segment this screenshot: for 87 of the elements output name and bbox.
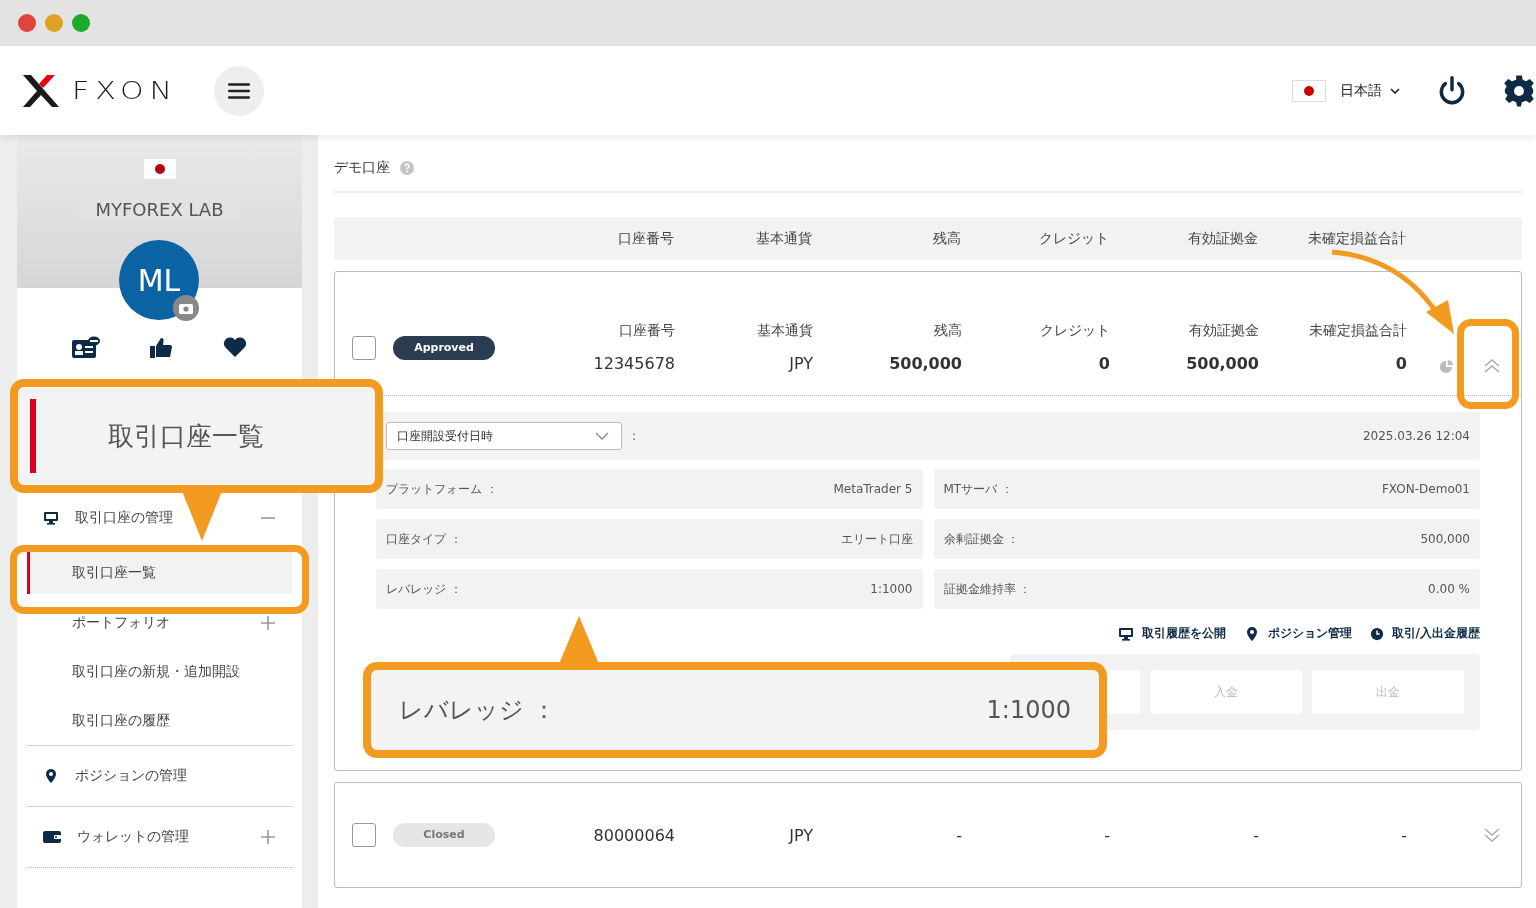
field-label: 有効証拠金 [1189,322,1259,340]
sidebar-item-label: ウォレットの管理 [77,828,190,846]
field-label: 余剰証拠金 ： [943,530,1020,548]
japan-flag-icon [1292,79,1326,102]
action-link[interactable]: 取引/入出金履歴 [1391,625,1480,642]
sidebar-item-label: 取引口座の管理 [75,509,174,527]
field-label: 口座タイプ ： [386,530,462,548]
sidebar-subitem-label: 取引口座の新規・追加開設 [72,662,240,681]
column-header: 口座番号 [617,229,674,248]
date-type-select[interactable]: 口座開設受付日時 [386,422,622,450]
table-cell: 0 [1395,354,1407,373]
sidebar-subitem[interactable]: 取引口座一覧 [27,552,292,594]
settings-icon[interactable] [1502,73,1536,108]
column-header: 有効証拠金 [1187,229,1258,248]
column-header: クレジット [1038,229,1109,248]
checkbox[interactable] [352,335,376,360]
status-badge: Closed [393,823,495,847]
monitor-icon [1117,625,1134,642]
separator-text: : [632,429,637,443]
field-label: 残高 [934,322,962,340]
column-header: 基本通貨 [755,229,812,248]
status-badge: Approved [393,335,495,360]
table-cell: 12345678 [593,354,675,373]
sidebar-subitem-label: 取引口座の履歴 [72,711,170,730]
action-link[interactable]: 取引履歴を公開 [1141,625,1226,642]
plus-icon[interactable] [260,829,276,845]
location-pin-icon [43,768,59,784]
field-label: 口座番号 [619,322,675,340]
checkbox[interactable] [352,823,376,847]
table-cell: - [1253,825,1259,845]
language-select[interactable]: 日本語 [1340,81,1400,100]
pie-chart-icon[interactable] [1439,357,1453,374]
close-window-button[interactable] [18,14,36,32]
thumbs-up-icon[interactable] [149,336,174,360]
callout-label: レバレッジ ： [399,695,556,726]
table-cell: - [1104,825,1110,845]
wallet-icon [43,830,61,844]
japan-flag-icon [143,159,176,179]
heart-icon[interactable] [223,336,248,358]
sidebar-subitem[interactable]: ポートフォリオ [27,598,292,647]
table-cell: - [956,825,962,845]
table-cell: JPY [789,825,813,845]
field-value: FXON-Demo01 [1381,482,1470,496]
sidebar-item[interactable]: ウォレットの管理 [27,807,292,867]
field-label: MTサーバ ： [943,480,1013,498]
minimize-window-button[interactable] [45,14,63,32]
table-cell: 500,000 [1186,354,1259,373]
field-value: 1:1000 [870,582,913,596]
clock-icon [1369,626,1384,641]
field-value: MetaTrader 5 [833,482,913,496]
monitor-icon [43,510,59,526]
table-cell: JPY [789,354,813,373]
brand-logo: FXON [72,75,178,106]
callout-text: 取引口座一覧 [108,419,264,453]
field-label: 証拠金維持率 ： [943,580,1032,598]
column-header: 残高 [932,229,961,248]
sidebar-subitem-label: ポートフォリオ [72,613,170,632]
chevron-down-icon [595,432,609,440]
sidebar-subitem[interactable]: 取引口座の新規・追加開設 [27,647,292,696]
field-label: レバレッジ ： [386,580,462,598]
sidebar-item[interactable]: ポジションの管理 [27,746,292,806]
sidebar-item-label: ポジションの管理 [75,767,188,785]
field-value: 0.00 % [1428,582,1470,596]
double-chevron-down-icon[interactable] [1483,827,1501,843]
table-cell: 500,000 [889,354,962,373]
field-label: クレジット [1040,322,1110,340]
column-header: 未確定損益合計 [1307,229,1406,248]
sidebar-subitem-label: 取引口座一覧 [72,564,156,582]
action-link[interactable]: ポジション管理 [1267,625,1352,642]
section-title: デモ口座 [334,159,390,177]
field-label: プラットフォーム ： [386,480,498,498]
field-value: 500,000 [1420,532,1470,546]
id-card-icon[interactable] [71,336,100,360]
callout-value: 1:1000 [986,696,1071,724]
maximize-window-button[interactable] [72,14,90,32]
chevron-down-icon [1390,87,1400,94]
date-value: 2025.03.26 12:04 [1362,429,1470,443]
table-cell: 0 [1098,354,1110,373]
double-chevron-up-icon[interactable] [1483,357,1501,374]
field-value: エリート口座 [840,530,913,548]
field-label: 基本通貨 [757,322,813,340]
table-cell: - [1401,825,1407,845]
field-label: 未確定損益合計 [1309,322,1407,340]
plus-icon[interactable] [260,614,276,631]
table-cell: 80000064 [593,825,675,845]
help-icon[interactable] [400,161,414,175]
sidebar-subitem[interactable]: 取引口座の履歴 [27,696,292,745]
